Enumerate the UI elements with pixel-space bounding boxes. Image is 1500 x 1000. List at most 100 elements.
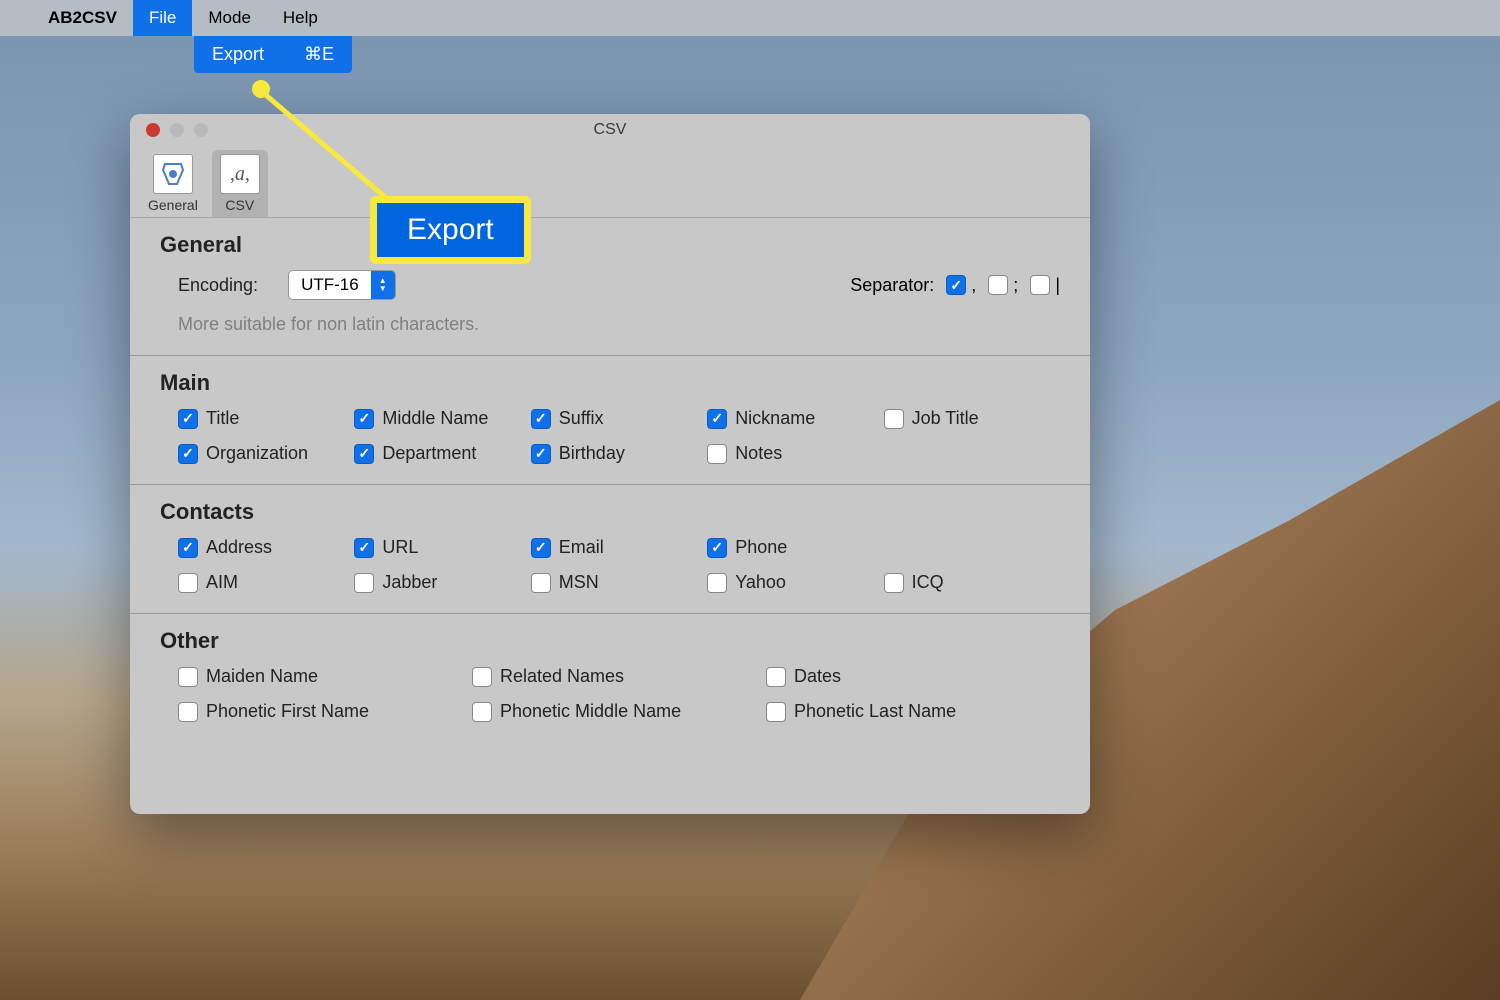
checkbox-label-email: Email bbox=[559, 537, 604, 558]
checkbox-item-icq: ICQ bbox=[884, 572, 1060, 593]
section-main: Main TitleMiddle NameSuffixNicknameJob T… bbox=[130, 356, 1090, 485]
toolbar-label-general: General bbox=[148, 197, 198, 213]
checkbox-item-title: Title bbox=[178, 408, 354, 429]
checkbox-item-yahoo: Yahoo bbox=[707, 572, 883, 593]
checkbox-label-organization: Organization bbox=[206, 443, 308, 464]
checkbox-dates[interactable] bbox=[766, 667, 786, 687]
checkbox-label-title: Title bbox=[206, 408, 239, 429]
checkbox-item-nickname: Nickname bbox=[707, 408, 883, 429]
checkbox-nickname[interactable] bbox=[707, 409, 727, 429]
section-title-main: Main bbox=[160, 370, 1060, 396]
checkbox-title[interactable] bbox=[178, 409, 198, 429]
toolbar-label-csv: CSV bbox=[225, 197, 254, 213]
checkbox-item-phonetic-first-name: Phonetic First Name bbox=[178, 701, 472, 722]
checkbox-item-organization: Organization bbox=[178, 443, 354, 464]
checkbox-label-suffix: Suffix bbox=[559, 408, 604, 429]
checkbox-item-phonetic-last-name: Phonetic Last Name bbox=[766, 701, 1060, 722]
checkbox-item-job-title: Job Title bbox=[884, 408, 1060, 429]
checkbox-label-dates: Dates bbox=[794, 666, 841, 687]
checkbox-maiden-name[interactable] bbox=[178, 667, 198, 687]
checkbox-item-phone: Phone bbox=[707, 537, 883, 558]
checkbox-label-notes: Notes bbox=[735, 443, 782, 464]
menubar-item-mode[interactable]: Mode bbox=[192, 0, 267, 36]
section-contacts: Contacts Address URL Email Phone AIM Jabber MS… bbox=[130, 485, 1090, 614]
checkbox-label-birthday: Birthday bbox=[559, 443, 625, 464]
separator-semicolon-checkbox[interactable] bbox=[988, 275, 1008, 295]
checkbox-label-yahoo: Yahoo bbox=[735, 572, 786, 593]
checkbox-label-nickname: Nickname bbox=[735, 408, 815, 429]
checkbox-label-maiden-name: Maiden Name bbox=[206, 666, 318, 687]
checkbox-phonetic-last-name[interactable] bbox=[766, 702, 786, 722]
toolbar: General ,a, CSV bbox=[130, 146, 1090, 218]
file-menu-dropdown: Export ⌘E bbox=[194, 36, 352, 73]
separator-pipe-checkbox[interactable] bbox=[1030, 275, 1050, 295]
checkbox-jabber[interactable] bbox=[354, 573, 374, 593]
menubar: AB2CSV File Mode Help bbox=[0, 0, 1500, 36]
checkbox-item-aim: AIM bbox=[178, 572, 354, 593]
checkbox-related-names[interactable] bbox=[472, 667, 492, 687]
toolbar-button-csv[interactable]: ,a, CSV bbox=[212, 150, 268, 217]
checkbox-department[interactable] bbox=[354, 444, 374, 464]
checkbox-aim[interactable] bbox=[178, 573, 198, 593]
checkbox-label-phonetic-first-name: Phonetic First Name bbox=[206, 701, 369, 722]
checkbox-job-title[interactable] bbox=[884, 409, 904, 429]
checkbox-item-jabber: Jabber bbox=[354, 572, 530, 593]
checkbox-item-email: Email bbox=[531, 537, 707, 558]
checkbox-email[interactable] bbox=[531, 538, 551, 558]
separator-pipe-symbol: | bbox=[1055, 275, 1060, 296]
checkbox-label-msn: MSN bbox=[559, 572, 599, 593]
checkbox-item-birthday: Birthday bbox=[531, 443, 707, 464]
checkbox-label-address: Address bbox=[206, 537, 272, 558]
checkbox-item-phonetic-middle-name: Phonetic Middle Name bbox=[472, 701, 766, 722]
checkbox-suffix[interactable] bbox=[531, 409, 551, 429]
checkbox-notes[interactable] bbox=[707, 444, 727, 464]
checkbox-yahoo[interactable] bbox=[707, 573, 727, 593]
checkbox-phonetic-middle-name[interactable] bbox=[472, 702, 492, 722]
checkbox-item-department: Department bbox=[354, 443, 530, 464]
checkbox-url[interactable] bbox=[354, 538, 374, 558]
checkbox-item-maiden-name: Maiden Name bbox=[178, 666, 472, 687]
checkbox-msn[interactable] bbox=[531, 573, 551, 593]
checkbox-phonetic-first-name[interactable] bbox=[178, 702, 198, 722]
annotation-callout: Export bbox=[370, 196, 531, 264]
separator-label: Separator: bbox=[850, 275, 934, 296]
annotation-dot-icon bbox=[252, 80, 270, 98]
general-icon bbox=[153, 154, 193, 194]
menu-item-export[interactable]: Export bbox=[212, 44, 264, 65]
toolbar-button-general[interactable]: General bbox=[140, 150, 206, 217]
checkbox-label-phonetic-last-name: Phonetic Last Name bbox=[794, 701, 956, 722]
csv-preferences-window: CSV General ,a, CSV General Encoding: UT… bbox=[130, 114, 1090, 814]
checkbox-label-jabber: Jabber bbox=[382, 572, 437, 593]
checkbox-item-dates: Dates bbox=[766, 666, 1060, 687]
section-title-general: General bbox=[160, 232, 1060, 258]
section-general: General Encoding: UTF-16 ▲▼ Separator: ,… bbox=[130, 218, 1090, 356]
section-title-other: Other bbox=[160, 628, 1060, 654]
checkbox-middle-name[interactable] bbox=[354, 409, 374, 429]
menubar-app-name[interactable]: AB2CSV bbox=[32, 0, 133, 36]
encoding-select[interactable]: UTF-16 ▲▼ bbox=[288, 270, 396, 300]
checkbox-item-url: URL bbox=[354, 537, 530, 558]
checkbox-birthday[interactable] bbox=[531, 444, 551, 464]
encoding-label: Encoding: bbox=[178, 275, 258, 296]
checkbox-item-related-names: Related Names bbox=[472, 666, 766, 687]
checkbox-address[interactable] bbox=[178, 538, 198, 558]
menubar-item-help[interactable]: Help bbox=[267, 0, 334, 36]
section-title-contacts: Contacts bbox=[160, 499, 1060, 525]
separator-comma-symbol: , bbox=[971, 275, 976, 296]
checkbox-label-phonetic-middle-name: Phonetic Middle Name bbox=[500, 701, 681, 722]
separator-semicolon-symbol: ; bbox=[1013, 275, 1018, 296]
checkbox-item-address: Address bbox=[178, 537, 354, 558]
checkbox-label-url: URL bbox=[382, 537, 418, 558]
checkbox-label-department: Department bbox=[382, 443, 476, 464]
checkbox-phone[interactable] bbox=[707, 538, 727, 558]
checkbox-label-phone: Phone bbox=[735, 537, 787, 558]
menu-item-export-shortcut: ⌘E bbox=[304, 44, 334, 65]
checkbox-organization[interactable] bbox=[178, 444, 198, 464]
separator-comma-checkbox[interactable] bbox=[946, 275, 966, 295]
menubar-item-file[interactable]: File bbox=[133, 0, 192, 36]
section-other: Other Maiden Name Related Names Dates Phone… bbox=[130, 614, 1090, 742]
select-arrows-icon: ▲▼ bbox=[371, 270, 395, 300]
checkbox-icq[interactable] bbox=[884, 573, 904, 593]
csv-icon: ,a, bbox=[220, 154, 260, 194]
encoding-hint: More suitable for non latin characters. bbox=[160, 314, 1060, 335]
